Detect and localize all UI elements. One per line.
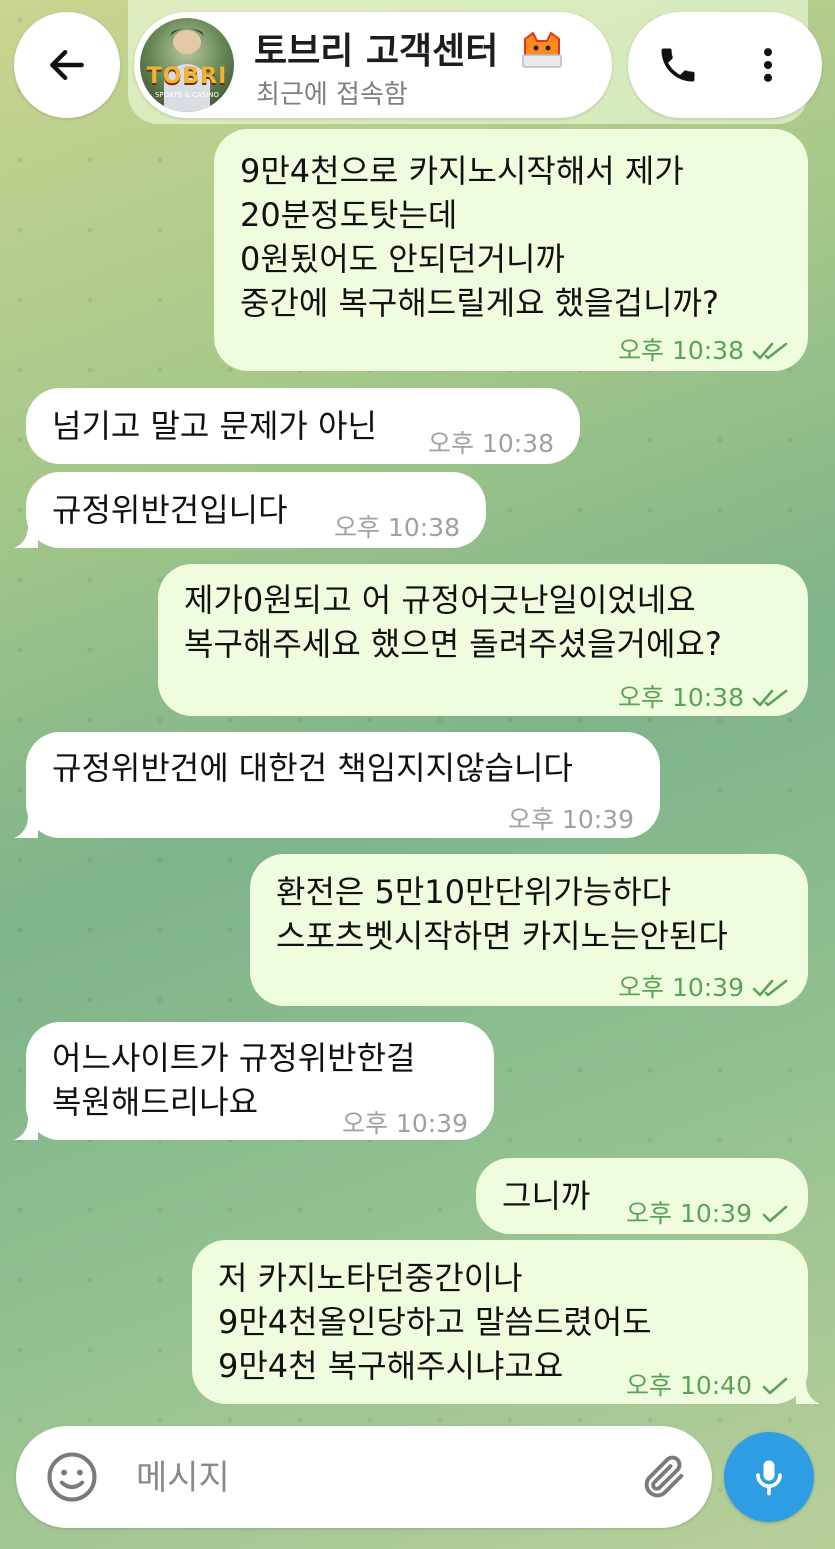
message-bubble-incoming[interactable]: 어느사이트가 규정위반한걸 복원해드리나요 오후 10:39 <box>14 1022 494 1140</box>
message-text: 9만4천으로 카지노시작해서 제가 20분정도탓는데 0원됬어도 안되던거니까 … <box>240 149 719 325</box>
message-time: 오후 10:38 <box>618 683 744 712</box>
message-text: 규정위반건입니다 <box>52 491 288 529</box>
single-check-icon <box>762 1205 788 1223</box>
message-line: 중간에 복구해드릴게요 했을겁니까? <box>240 284 719 322</box>
attach-button[interactable] <box>636 1449 692 1505</box>
message-bubble-incoming[interactable]: 규정위반건에 대한건 책임지지않습니다 오후 10:39 <box>14 732 660 838</box>
message-text: 환전은 5만10만단위가능하다 스포츠벳시작하면 카지노는안된다 <box>276 870 728 958</box>
message-line: 0원됬어도 안되던거니까 <box>240 240 565 278</box>
message-time: 오후 10:38 <box>334 513 460 542</box>
message-time: 오후 10:39 <box>626 1199 752 1228</box>
message-meta: 오후 10:38 <box>334 506 460 550</box>
bubble-tail <box>796 1382 820 1404</box>
message-meta: 오후 10:38 <box>618 676 790 720</box>
bubble-tail <box>14 526 38 548</box>
message-line: 9만4천으로 카지노시작해서 제가 <box>240 152 684 190</box>
voice-record-button[interactable] <box>724 1432 814 1522</box>
avatar-logo-text: TOBRI <box>146 64 228 89</box>
message-line: 복구해주세요 했으면 돌려주셨을거에요? <box>184 625 722 663</box>
phone-icon <box>661 48 695 82</box>
cat-laptop-emoji-icon <box>522 31 562 68</box>
message-composer <box>16 1426 712 1528</box>
message-meta: 오후 10:39 <box>618 966 790 1010</box>
message-meta: 오후 10:39 <box>508 798 634 842</box>
message-bubble-outgoing[interactable]: 제가0원되고 어 규정어긋난일이었네요 복구해주세요 했으면 돌려주셨을거에요?… <box>158 564 808 716</box>
message-line: 저 카지노타던중간이나 <box>218 1259 523 1297</box>
call-button[interactable] <box>650 37 706 93</box>
message-line: 9만4천 복구해주시냐고요 <box>218 1347 564 1385</box>
chat-title: 토브리 고객센터 <box>254 22 565 74</box>
message-bubble-outgoing[interactable]: 환전은 5만10만단위가능하다 스포츠벳시작하면 카지노는안된다 오후 10:3… <box>250 854 808 1006</box>
avatar[interactable]: TOBRI SPORTS & CASINO <box>140 18 234 112</box>
double-check-icon <box>752 979 788 997</box>
double-check-icon <box>752 342 788 360</box>
message-input[interactable] <box>134 1450 618 1506</box>
message-line: 9만4천올인당하고 말씀드렸어도 <box>218 1303 652 1341</box>
message-bubble-outgoing[interactable]: 그니까 오후 10:39 <box>476 1158 808 1234</box>
message-text: 저 카지노타던중간이나 9만4천올인당하고 말씀드렸어도 9만4천 복구해주시냐… <box>218 1256 652 1388</box>
message-bubble-incoming[interactable]: 규정위반건입니다 오후 10:38 <box>14 472 486 550</box>
microphone-icon <box>756 1460 782 1496</box>
message-meta: 오후 10:39 <box>626 1192 790 1236</box>
header-actions <box>628 12 822 118</box>
message-time: 오후 10:39 <box>618 973 744 1002</box>
message-time: 오후 10:38 <box>428 429 554 458</box>
message-text: 규정위반건에 대한건 책임지지않습니다 <box>52 749 573 787</box>
message-bubble-incoming[interactable]: 넘기고 말고 문제가 아닌 오후 10:38 <box>26 388 580 464</box>
message-meta: 오후 10:38 <box>618 329 790 373</box>
single-check-icon <box>762 1377 788 1395</box>
message-line: 환전은 5만10만단위가능하다 <box>276 873 672 911</box>
emoji-button[interactable] <box>44 1449 100 1505</box>
bubble-tail <box>14 1118 38 1140</box>
paperclip-icon <box>644 1455 684 1498</box>
message-text: 넘기고 말고 문제가 아닌 <box>52 407 377 445</box>
more-options-button[interactable] <box>740 37 796 93</box>
chat-header[interactable]: TOBRI SPORTS & CASINO 토브리 고객센터 최근에 접속함 <box>134 12 612 118</box>
message-text: 제가0원되고 어 규정어긋난일이었네요 복구해주세요 했으면 돌려주셨을거에요? <box>184 578 722 666</box>
double-check-icon <box>752 689 788 707</box>
chat-status: 최근에 접속함 <box>256 80 408 110</box>
message-time: 오후 10:40 <box>626 1371 752 1400</box>
message-meta: 오후 10:38 <box>428 422 554 466</box>
message-text: 그니까 <box>502 1177 591 1215</box>
message-line: 어느사이트가 규정위반한걸 <box>52 1039 416 1077</box>
back-button[interactable] <box>14 12 120 118</box>
message-time: 오후 10:39 <box>342 1109 468 1138</box>
more-vertical-icon <box>763 48 773 82</box>
avatar-logo-subtext: SPORTS & CASINO <box>154 91 220 99</box>
smiley-icon <box>47 1452 97 1502</box>
message-time: 오후 10:39 <box>508 805 634 834</box>
message-bubble-outgoing[interactable]: 9만4천으로 카지노시작해서 제가 20분정도탓는데 0원됬어도 안되던거니까 … <box>214 129 808 371</box>
message-bubble-outgoing[interactable]: 저 카지노타던중간이나 9만4천올인당하고 말씀드렸어도 9만4천 복구해주시냐… <box>192 1240 820 1404</box>
message-line: 20분정도탓는데 <box>240 196 458 234</box>
bubble-tail <box>14 816 38 838</box>
message-line: 제가0원되고 어 규정어긋난일이었네요 <box>184 581 696 619</box>
message-line: 스포츠벳시작하면 카지노는안된다 <box>276 917 728 955</box>
chat-title-text: 토브리 고객센터 <box>254 31 499 72</box>
message-time: 오후 10:38 <box>618 336 744 365</box>
message-meta: 오후 10:39 <box>342 1102 468 1146</box>
arrow-left-icon <box>50 49 84 81</box>
message-meta: 오후 10:40 <box>626 1364 790 1408</box>
